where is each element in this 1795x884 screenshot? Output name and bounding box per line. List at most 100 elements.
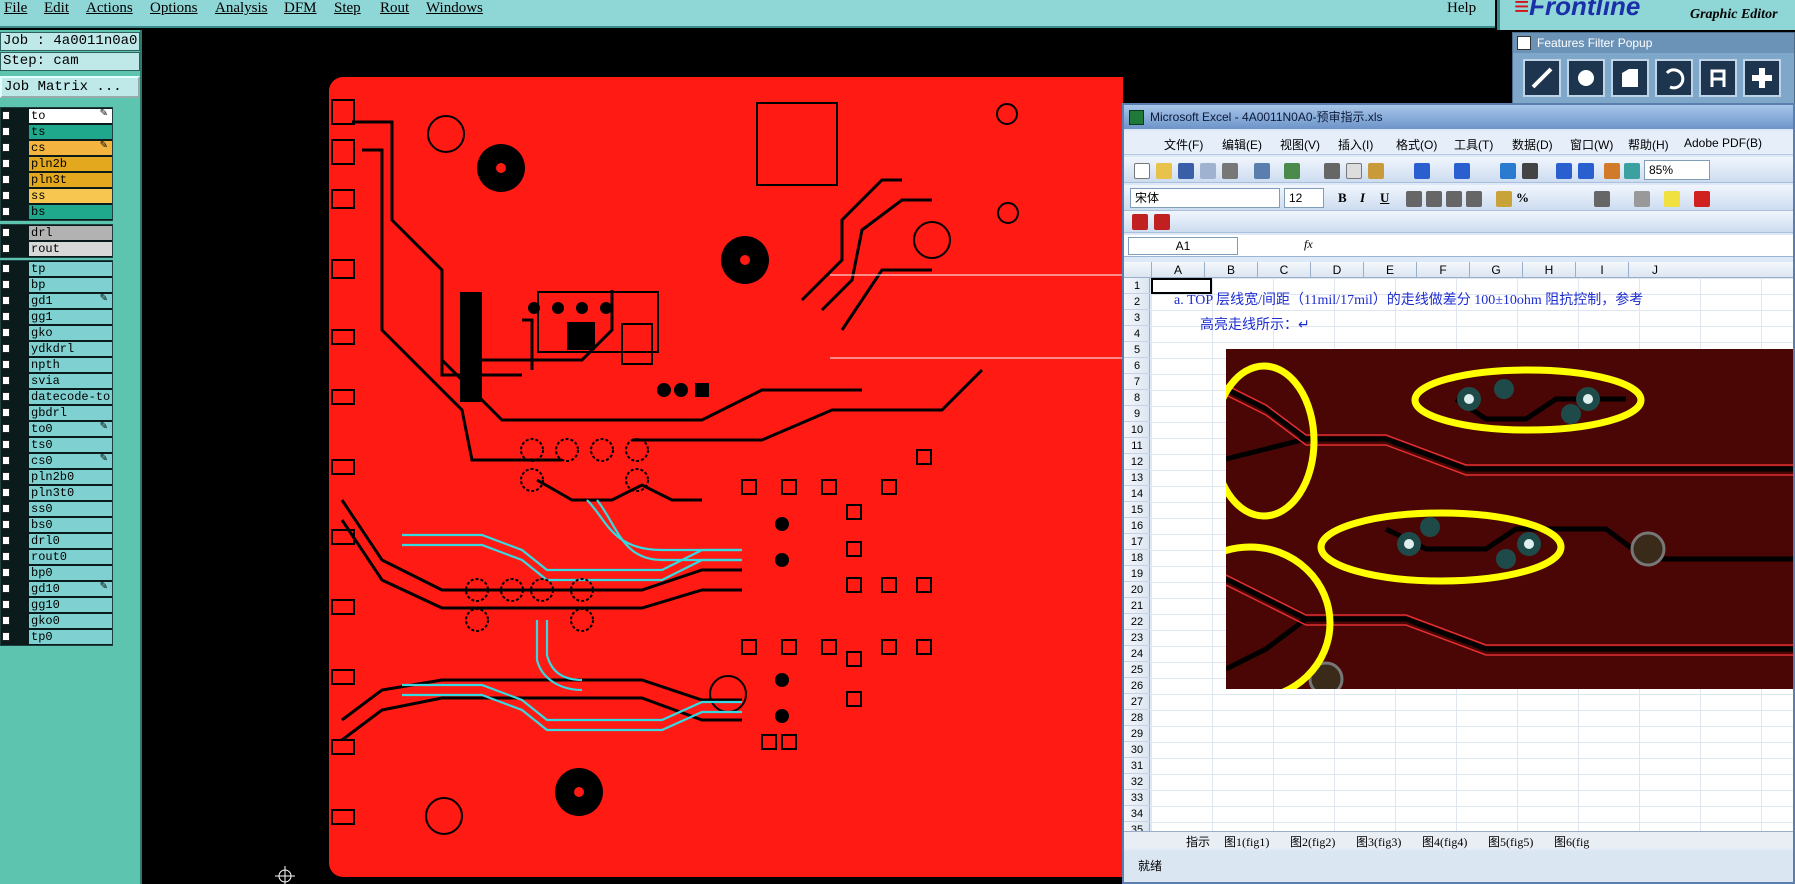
layer-checkbox[interactable]: [2, 228, 10, 237]
layer-checkbox[interactable]: [2, 344, 10, 353]
layer-name[interactable]: gg1: [29, 310, 112, 324]
layer-name[interactable]: rout0: [29, 550, 112, 564]
popup-close-icon[interactable]: [1517, 36, 1531, 50]
spelling-icon[interactable]: [1284, 163, 1300, 179]
layer-name[interactable]: gko: [29, 326, 112, 340]
font-size-select[interactable]: 12: [1284, 188, 1324, 208]
menu-step[interactable]: Step: [334, 0, 361, 17]
menu-help[interactable]: Help: [1447, 0, 1476, 17]
excel-menu-data[interactable]: 数据(D): [1512, 136, 1553, 153]
cut-icon[interactable]: [1324, 163, 1340, 179]
sheet-tab[interactable]: 图1(fig1): [1224, 833, 1269, 850]
fill-color-icon[interactable]: [1664, 191, 1680, 207]
layer-name[interactable]: bs0: [29, 518, 112, 532]
layer-checkbox[interactable]: [2, 504, 10, 513]
zoom-select[interactable]: 85%: [1644, 160, 1710, 180]
layer-row[interactable]: rout0: [1, 549, 112, 565]
layer-row[interactable]: bs: [1, 204, 112, 220]
indent-icon[interactable]: [1594, 191, 1610, 207]
row-header[interactable]: 1: [1124, 278, 1150, 294]
layer-row[interactable]: rout: [1, 241, 112, 257]
permission-icon[interactable]: [1200, 163, 1216, 179]
row-header[interactable]: 29: [1124, 726, 1150, 742]
align-right-icon[interactable]: [1446, 191, 1462, 207]
pdf-mail-icon[interactable]: [1154, 214, 1170, 230]
autosum-icon[interactable]: [1522, 163, 1538, 179]
row-header[interactable]: 28: [1124, 710, 1150, 726]
layer-name[interactable]: tp: [29, 262, 112, 276]
graphic-canvas[interactable]: [142, 30, 1123, 884]
layer-row[interactable]: tp: [1, 261, 112, 277]
chart-icon[interactable]: [1604, 163, 1620, 179]
layer-checkbox[interactable]: [2, 191, 10, 200]
undo-icon[interactable]: [1414, 163, 1430, 179]
excel-menu-help[interactable]: 帮助(H): [1628, 136, 1669, 153]
row-header[interactable]: 27: [1124, 694, 1150, 710]
sheet-tab[interactable]: 图6(fig: [1554, 833, 1589, 850]
row-header[interactable]: 20: [1124, 582, 1150, 598]
font-name-select[interactable]: 宋体: [1130, 188, 1280, 208]
row-header[interactable]: 31: [1124, 758, 1150, 774]
row-header[interactable]: 32: [1124, 774, 1150, 790]
excel-menu-window[interactable]: 窗口(W): [1570, 136, 1613, 153]
column-header[interactable]: A: [1151, 262, 1204, 278]
row-header[interactable]: 8: [1124, 390, 1150, 406]
new-icon[interactable]: [1134, 163, 1150, 179]
layer-row[interactable]: ydkdrl: [1, 341, 112, 357]
menu-edit[interactable]: Edit: [44, 0, 69, 17]
save-icon[interactable]: [1178, 163, 1194, 179]
row-header[interactable]: 7: [1124, 374, 1150, 390]
layer-name[interactable]: bp0: [29, 566, 112, 580]
layer-row[interactable]: ss: [1, 188, 112, 204]
row-header[interactable]: 10: [1124, 422, 1150, 438]
layer-name[interactable]: datecode-to: [29, 390, 112, 404]
layer-name[interactable]: gg10: [29, 598, 112, 612]
layer-row[interactable]: tp0: [1, 629, 112, 645]
row-header[interactable]: 22: [1124, 614, 1150, 630]
layer-checkbox[interactable]: [2, 536, 10, 545]
underline-button[interactable]: U: [1380, 190, 1389, 206]
merge-icon[interactable]: [1466, 191, 1482, 207]
layer-checkbox[interactable]: [2, 584, 10, 593]
layer-checkbox[interactable]: [2, 520, 10, 529]
layer-checkbox[interactable]: [2, 264, 10, 273]
menu-analysis[interactable]: Analysis: [215, 0, 268, 17]
drawing-icon[interactable]: [1624, 163, 1640, 179]
row-header[interactable]: 13: [1124, 470, 1150, 486]
layer-checkbox[interactable]: [2, 296, 10, 305]
excel-menu-tools[interactable]: 工具(T): [1454, 136, 1493, 153]
layer-row[interactable]: ts: [1, 124, 112, 140]
layer-checkbox[interactable]: [2, 143, 10, 152]
hyperlink-icon[interactable]: [1500, 163, 1516, 179]
menu-file[interactable]: File: [4, 0, 27, 17]
fx-icon[interactable]: fx: [1304, 237, 1313, 252]
align-center-icon[interactable]: [1426, 191, 1442, 207]
layer-checkbox[interactable]: [2, 632, 10, 641]
layer-checkbox[interactable]: [2, 600, 10, 609]
layer-row[interactable]: pln2b0: [1, 469, 112, 485]
layer-name[interactable]: npth: [29, 358, 112, 372]
column-header[interactable]: B: [1204, 262, 1257, 278]
row-header[interactable]: 14: [1124, 486, 1150, 502]
layer-checkbox[interactable]: [2, 244, 10, 253]
column-header[interactable]: F: [1416, 262, 1469, 278]
layer-name[interactable]: svia: [29, 374, 112, 388]
layer-row[interactable]: cs0 ✎: [1, 453, 112, 469]
layer-checkbox[interactable]: [2, 392, 10, 401]
layer-checkbox[interactable]: [2, 280, 10, 289]
menu-options[interactable]: Options: [150, 0, 198, 17]
sort-desc-icon[interactable]: [1578, 163, 1594, 179]
row-header[interactable]: 11: [1124, 438, 1150, 454]
redo-icon[interactable]: [1454, 163, 1470, 179]
layer-row[interactable]: pln3t0: [1, 485, 112, 501]
menu-actions[interactable]: Actions: [86, 0, 133, 17]
layer-checkbox[interactable]: [2, 207, 10, 216]
sort-asc-icon[interactable]: [1556, 163, 1572, 179]
line-icon[interactable]: [1523, 59, 1561, 97]
menu-windows[interactable]: Windows: [426, 0, 483, 17]
layer-checkbox[interactable]: [2, 472, 10, 481]
layer-row[interactable]: bp: [1, 277, 112, 293]
row-header[interactable]: 17: [1124, 534, 1150, 550]
layer-checkbox[interactable]: [2, 552, 10, 561]
column-header[interactable]: J: [1628, 262, 1681, 278]
